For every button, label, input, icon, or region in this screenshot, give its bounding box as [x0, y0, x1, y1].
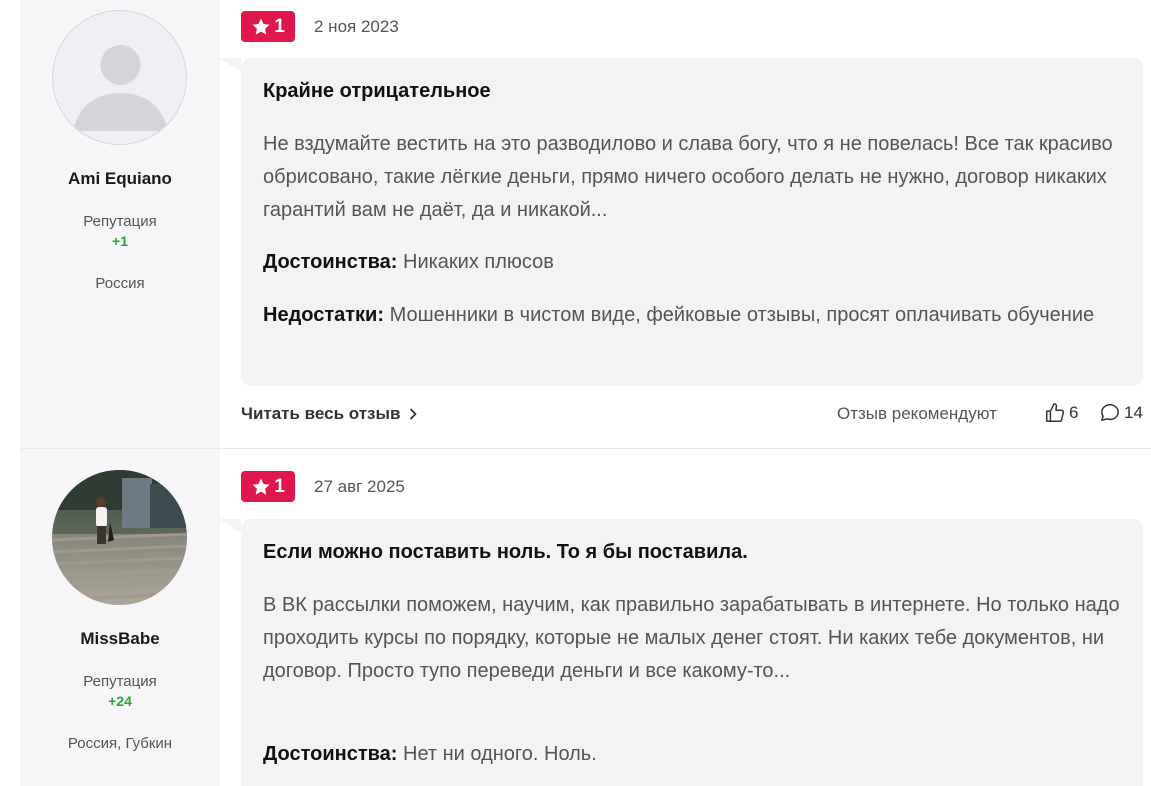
author-panel: Ami Equiano Репутация +1 Россия — [20, 0, 220, 448]
review-pros: Достоинства: Нет ни одного. Ноль. — [263, 738, 1123, 771]
read-full-review-link[interactable]: Читать весь отзыв — [241, 404, 418, 424]
user-photo — [52, 470, 187, 605]
comments-count: 14 — [1124, 403, 1143, 422]
avatar[interactable] — [52, 10, 187, 145]
author-location: Россия, Губкин — [67, 735, 173, 752]
review-text: Не вздумайте вестить на это разводилово … — [263, 133, 1113, 221]
star-icon — [252, 478, 270, 495]
star-icon — [252, 18, 270, 35]
avatar[interactable] — [52, 470, 187, 605]
bubble-tail — [219, 58, 241, 72]
review-card: MissBabe Репутация +24 Россия, Губкин 1 … — [20, 449, 1151, 786]
reputation-label: Репутация — [83, 673, 157, 690]
likes-count: 6 — [1069, 403, 1079, 422]
author-location: Россия — [95, 275, 145, 292]
review-cons: Недостатки: Мошенники в чистом виде, фей… — [263, 299, 1123, 332]
review-body: Крайне отрицательное Не вздумайте вестит… — [219, 58, 1143, 386]
author-panel: MissBabe Репутация +24 Россия, Губкин — [20, 449, 220, 786]
chevron-right-icon — [408, 408, 418, 420]
pros-label: Достоинства: — [263, 251, 398, 273]
comments-button[interactable]: 14 — [1099, 402, 1143, 424]
recommend-label: Отзыв рекомендуют — [837, 404, 997, 423]
pros-text: Никаких плюсов — [397, 251, 554, 273]
cons-text: Мошенники в чистом виде, фейковые отзывы… — [384, 304, 1095, 326]
thumbs-up-icon — [1046, 403, 1065, 422]
review-date: 27 авг 2025 — [314, 477, 405, 496]
review-title[interactable]: Крайне отрицательное — [263, 80, 491, 103]
review-card: Ami Equiano Репутация +1 Россия 1 2 ноя … — [20, 0, 1151, 448]
review-footer: Читать весь отзыв Отзыв рекомендуют 6 14 — [241, 402, 1151, 426]
review-pros: Достоинства: Никаких плюсов — [263, 246, 1123, 279]
review-date: 2 ноя 2023 — [314, 17, 399, 36]
reputation-value: +1 — [112, 233, 128, 249]
likes-button[interactable]: 6 — [1044, 402, 1078, 424]
read-more-label: Читать весь отзыв — [241, 404, 401, 423]
pros-label: Достоинства: — [263, 743, 398, 765]
cons-label: Недостатки: — [263, 304, 385, 326]
author-name[interactable]: MissBabe — [20, 629, 220, 649]
reputation-label: Репутация — [83, 213, 157, 230]
user-silhouette-icon — [73, 45, 168, 131]
pros-text: Нет ни одного. Ноль. — [397, 743, 597, 765]
author-name[interactable]: Ami Equiano — [20, 169, 220, 189]
bubble-tail — [219, 519, 241, 533]
rating-value: 1 — [274, 475, 285, 497]
rating-badge: 1 — [241, 471, 295, 502]
reputation-value: +24 — [108, 693, 132, 709]
comment-bubble-icon — [1101, 404, 1119, 422]
review-text: В ВК рассылки поможем, научим, как прави… — [263, 594, 1120, 682]
rating-value: 1 — [274, 15, 285, 37]
review-body: Если можно поставить ноль. То я бы поста… — [219, 519, 1143, 786]
review-title[interactable]: Если можно поставить ноль. То я бы поста… — [263, 541, 748, 564]
rating-badge: 1 — [241, 11, 295, 42]
